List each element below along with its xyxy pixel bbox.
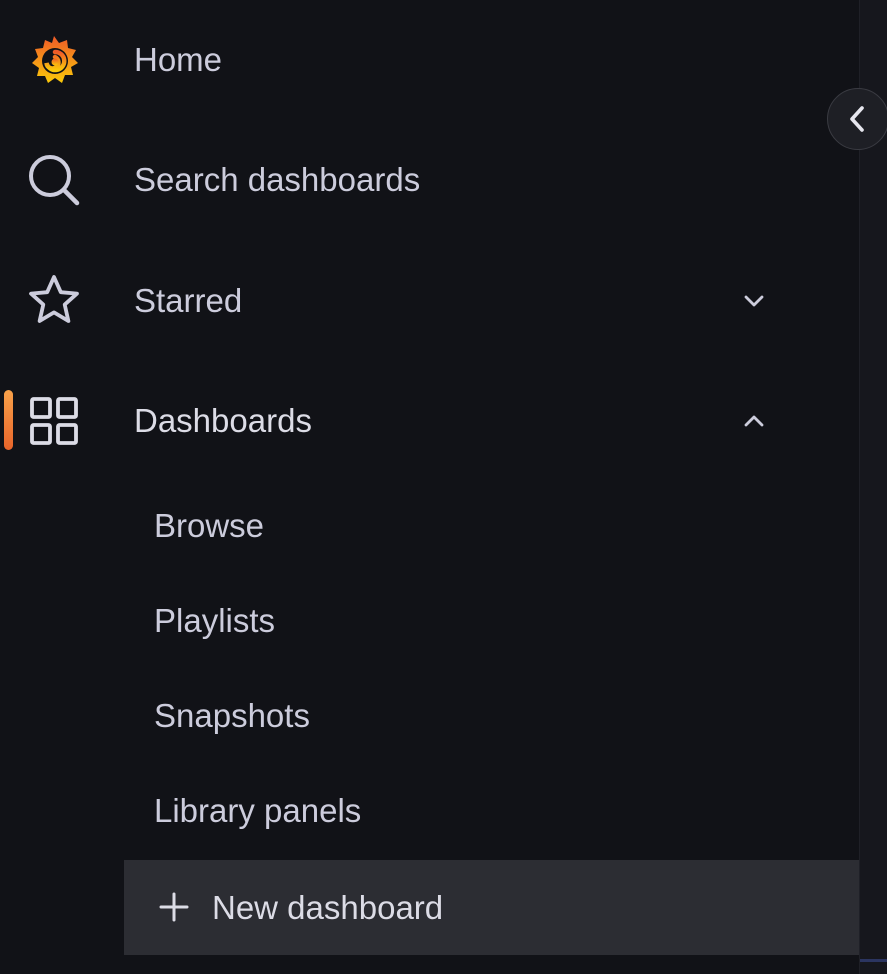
nav-label-starred: Starred (134, 282, 243, 319)
submenu-item-library-panels[interactable]: Library panels (154, 792, 361, 830)
nav-item-dashboards[interactable]: Dashboards (0, 381, 859, 461)
new-dashboard-label: New dashboard (212, 888, 444, 926)
nav-item-search[interactable]: Search dashboards (0, 140, 859, 220)
chevron-left-icon (850, 106, 864, 132)
search-icon (24, 150, 84, 210)
nav-label-home: Home (134, 41, 223, 78)
page: Home Search dashboards Starred Dashboard… (0, 0, 887, 974)
new-dashboard-button[interactable]: New dashboard (124, 860, 859, 955)
plus-icon (159, 892, 189, 922)
grafana-logo-icon (24, 30, 84, 90)
mega-menu: Home Search dashboards Starred Dashboard… (0, 0, 859, 974)
star-icon (24, 271, 84, 331)
submenu-item-playlists[interactable]: Playlists (154, 602, 275, 640)
nav-label-search: Search dashboards (134, 161, 421, 198)
chevron-down-icon[interactable] (738, 285, 770, 317)
collapse-menu-button[interactable] (827, 88, 887, 150)
nav-label-dashboards: Dashboards (134, 402, 312, 439)
content-divider (860, 959, 887, 962)
submenu-item-snapshots[interactable]: Snapshots (154, 697, 310, 735)
apps-grid-icon (24, 391, 84, 451)
submenu-item-browse[interactable]: Browse (154, 507, 264, 545)
nav-item-home[interactable]: Home (0, 20, 859, 100)
nav-item-starred[interactable]: Starred (0, 261, 859, 341)
chevron-up-icon[interactable] (738, 405, 770, 437)
